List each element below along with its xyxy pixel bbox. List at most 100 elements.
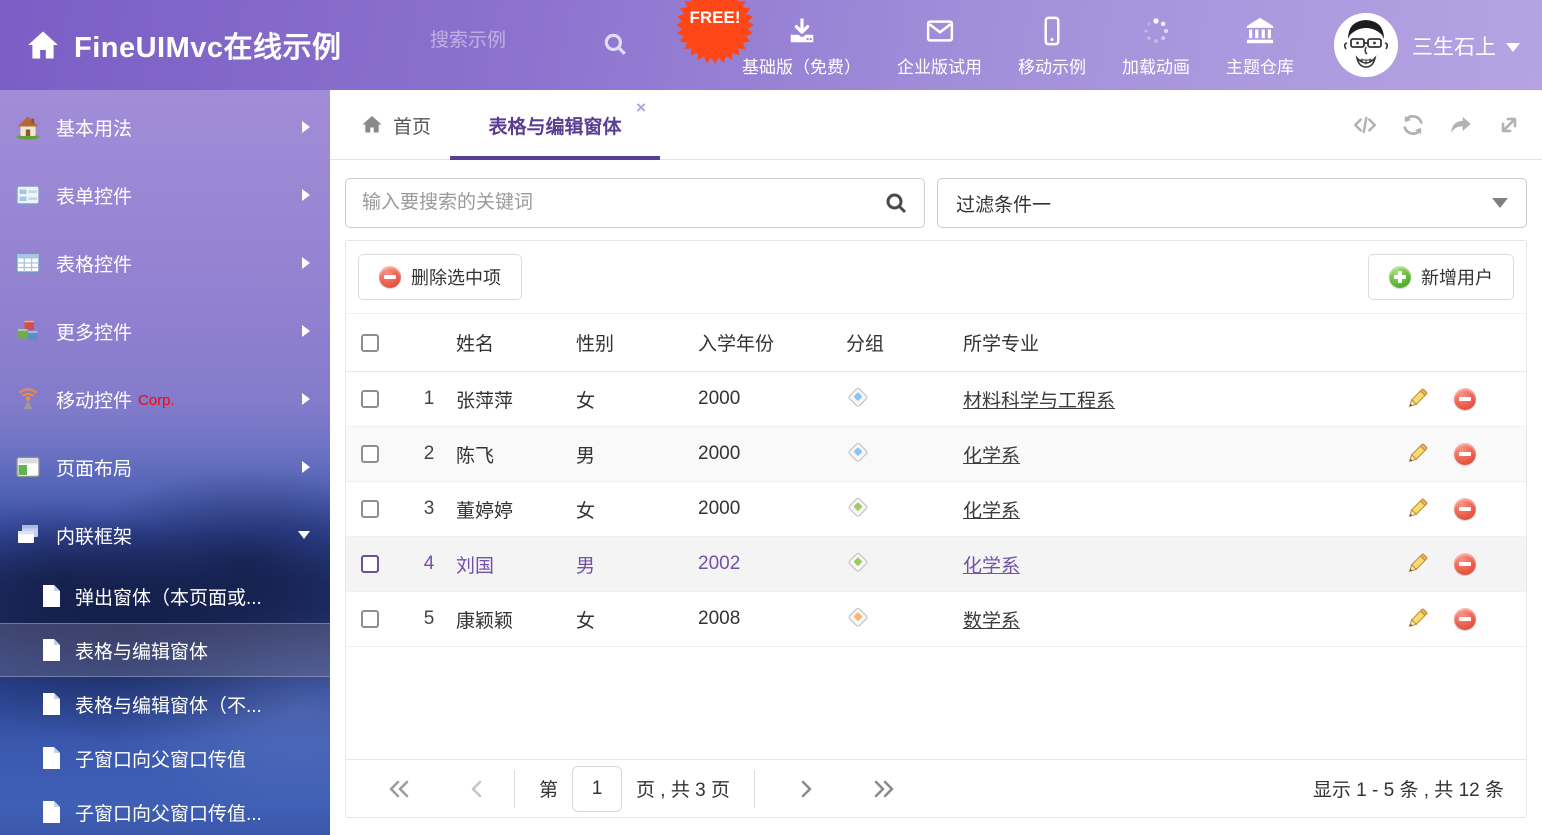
chevron-right-icon [302,189,310,201]
first-page-icon[interactable] [386,778,412,800]
sidebar-item-page-layout[interactable]: 页面布局 [0,433,330,501]
edit-row-icon[interactable] [1404,606,1430,632]
sidebar-item-iframe[interactable]: 内联框架 [0,501,330,569]
page-suffix-label: 页 , 共 3 页 [636,775,730,802]
page-number-input[interactable] [572,766,622,812]
share-icon[interactable] [1448,112,1474,138]
header-search-icon[interactable] [602,31,628,57]
file-icon [41,584,62,608]
major-link[interactable]: 化学系 [963,446,1020,467]
delete-row-icon[interactable] [1454,498,1476,520]
header-nav: 基础版（免费）企业版试用移动示例加载动画主题仓库 [724,14,1312,78]
header-search-input[interactable] [430,30,580,52]
col-gender: 性别 [576,329,698,356]
col-year: 入学年份 [698,329,846,356]
cell-gender: 女 [576,496,698,523]
refresh-icon[interactable] [1400,112,1426,138]
add-user-button[interactable]: 新增用户 [1368,254,1514,300]
sidebar-item-form-controls[interactable]: 表单控件 [0,161,330,229]
sidebar-subitem-grid-edit[interactable]: 表格与编辑窗体 [0,623,330,677]
sidebar-subitem-grid-edit-no[interactable]: 表格与编辑窗体（不... [0,677,330,731]
app-window: FineUIMvc在线示例 FREE! 基础版（免费）企业版试用移动示例加载动画… [0,0,1542,835]
edit-row-icon[interactable] [1404,551,1430,577]
tag-icon [846,439,870,469]
expand-icon[interactable] [1496,112,1522,138]
major-link[interactable]: 化学系 [963,501,1020,522]
row-checkbox[interactable] [361,500,379,518]
major-link[interactable]: 化学系 [963,556,1020,577]
tag-icon [846,494,870,524]
delete-row-icon[interactable] [1454,443,1476,465]
delete-selected-button[interactable]: 删除选中项 [358,254,522,300]
sidebar-item-more-controls[interactable]: 更多控件 [0,297,330,365]
cell-year: 2000 [698,443,846,465]
tab-active-label: 表格与编辑窗体 [488,112,621,139]
delete-row-icon[interactable] [1454,608,1476,630]
tab-home[interactable]: 首页 [360,90,431,160]
last-page-icon[interactable] [871,778,897,800]
phone-icon [1037,14,1067,46]
user-avatar[interactable] [1334,13,1398,77]
sidebar-subitem-label: 表格与编辑窗体（不... [75,691,262,718]
table-row[interactable]: 4刘国男2002化学系 [346,537,1526,592]
user-menu[interactable]: 三生石上 [1412,31,1520,61]
sidebar-nav: 基本用法表单控件表格控件更多控件移动控件Corp. 页面布局内联框架弹出窗体（本页… [0,90,330,835]
brand-title: FineUIMvc在线示例 [74,24,342,66]
filter-dropdown[interactable]: 过滤条件一 [937,178,1527,228]
cell-name: 刘国 [456,551,576,578]
form-icon [15,182,41,208]
row-checkbox[interactable] [361,555,379,573]
select-all-checkbox[interactable] [361,334,379,352]
sidebar-item-label: 页面布局 [56,454,132,481]
edit-row-icon[interactable] [1404,441,1430,467]
sidebar-item-grid-controls[interactable]: 表格控件 [0,229,330,297]
row-checkbox[interactable] [361,390,379,408]
sidebar-item-basic-usage[interactable]: 基本用法 [0,93,330,161]
search-icon[interactable] [884,191,908,215]
keyword-search-box [345,178,925,228]
tab-active[interactable]: 表格与编辑窗体 × [450,90,660,160]
tag-icon [846,604,870,634]
table-row[interactable]: 2陈飞男2000化学系 [346,427,1526,482]
sidebar-subitem-child-to-parent[interactable]: 子窗口向父窗口传值 [0,731,330,785]
cell-name: 康颖颖 [456,606,576,633]
header-nav-themes[interactable]: 主题仓库 [1208,14,1312,78]
sidebar-subitem-popup-window[interactable]: 弹出窗体（本页面或... [0,569,330,623]
brand-home-icon[interactable] [26,28,60,62]
prev-page-icon[interactable] [464,778,490,800]
view-code-icon[interactable] [1352,112,1378,138]
cell-gender: 女 [576,386,698,413]
row-number: 4 [402,553,456,575]
spinner-icon [1141,14,1171,46]
major-link[interactable]: 数学系 [963,611,1020,632]
header-nav-label: 移动示例 [1018,53,1086,78]
header-nav-mobile[interactable]: 移动示例 [1000,14,1104,78]
tab-tools [1352,90,1522,160]
header-nav-basic[interactable]: 基础版（免费） [724,14,879,78]
delete-row-icon[interactable] [1454,388,1476,410]
table-row[interactable]: 1张萍萍女2000材料科学与工程系 [346,372,1526,427]
sidebar-subitem-child-to-parent2[interactable]: 子窗口向父窗口传值... [0,785,330,835]
chevron-right-icon [302,257,310,269]
next-page-icon[interactable] [793,778,819,800]
header-nav-loading[interactable]: 加载动画 [1104,14,1208,78]
header-nav-trial[interactable]: 企业版试用 [879,14,1000,78]
row-number: 2 [402,443,456,465]
major-link[interactable]: 材料科学与工程系 [963,391,1115,412]
edit-row-icon[interactable] [1404,386,1430,412]
sidebar-item-mobile-controls[interactable]: 移动控件Corp. [0,365,330,433]
edit-row-icon[interactable] [1404,496,1430,522]
minus-circle-icon [379,266,401,288]
col-major: 所学专业 [963,329,1404,356]
table-row[interactable]: 5康颖颖女2008数学系 [346,592,1526,647]
filter-row: 过滤条件一 [345,178,1527,228]
tab-close-icon[interactable]: × [636,99,646,116]
chevron-down-icon [1492,198,1508,208]
table-row[interactable]: 3董婷婷女2000化学系 [346,482,1526,537]
row-checkbox[interactable] [361,445,379,463]
delete-row-icon[interactable] [1454,553,1476,575]
keyword-search-input[interactable] [362,192,884,214]
sidebar-item-label: 内联框架 [56,522,132,549]
row-checkbox[interactable] [361,610,379,628]
sidebar-item-label: 移动控件 [56,386,132,413]
